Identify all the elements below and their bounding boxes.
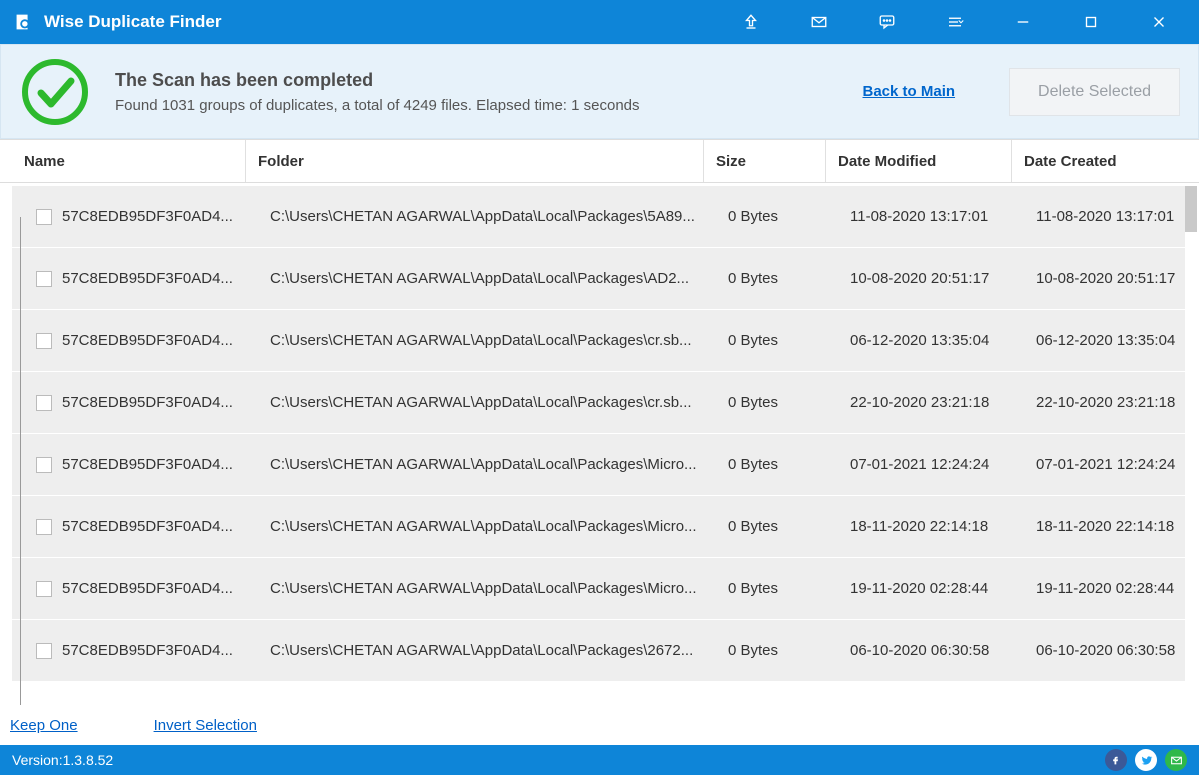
row-checkbox[interactable] (36, 519, 52, 535)
minimize-button[interactable] (989, 0, 1057, 44)
keep-one-link[interactable]: Keep One (10, 717, 78, 734)
table-row[interactable]: 57C8EDB95DF3F0AD4... C:\Users\CHETAN AGAR… (12, 620, 1185, 682)
file-name: 57C8EDB95DF3F0AD4... (62, 270, 233, 287)
success-check-icon (19, 56, 91, 128)
results-table-body: 57C8EDB95DF3F0AD4... C:\Users\CHETAN AGAR… (0, 183, 1199, 705)
file-folder: C:\Users\CHETAN AGARWAL\AppData\Local\Pa… (258, 208, 716, 225)
file-folder: C:\Users\CHETAN AGARWAL\AppData\Local\Pa… (258, 394, 716, 411)
file-modified: 07-01-2021 12:24:24 (838, 456, 1024, 473)
file-size: 0 Bytes (716, 270, 838, 287)
file-modified: 19-11-2020 02:28:44 (838, 580, 1024, 597)
file-created: 18-11-2020 22:14:18 (1024, 518, 1185, 535)
file-created: 22-10-2020 23:21:18 (1024, 394, 1185, 411)
file-size: 0 Bytes (716, 580, 838, 597)
table-row[interactable]: 57C8EDB95DF3F0AD4... C:\Users\CHETAN AGAR… (12, 310, 1185, 372)
file-name: 57C8EDB95DF3F0AD4... (62, 332, 233, 349)
app-icon (12, 11, 34, 33)
col-name[interactable]: Name (0, 140, 246, 182)
file-folder: C:\Users\CHETAN AGARWAL\AppData\Local\Pa… (258, 456, 716, 473)
status-bar: Version:1.3.8.52 (0, 745, 1199, 775)
file-created: 19-11-2020 02:28:44 (1024, 580, 1185, 597)
file-name: 57C8EDB95DF3F0AD4... (62, 394, 233, 411)
file-folder: C:\Users\CHETAN AGARWAL\AppData\Local\Pa… (258, 518, 716, 535)
file-created: 06-10-2020 06:30:58 (1024, 642, 1185, 659)
row-checkbox[interactable] (36, 395, 52, 411)
mail-icon[interactable] (785, 0, 853, 44)
group-tree-line (20, 217, 21, 705)
table-row[interactable]: 57C8EDB95DF3F0AD4... C:\Users\CHETAN AGAR… (12, 496, 1185, 558)
delete-selected-button[interactable]: Delete Selected (1009, 68, 1180, 116)
invert-selection-link[interactable]: Invert Selection (154, 717, 257, 734)
file-modified: 18-11-2020 22:14:18 (838, 518, 1024, 535)
version-label: Version:1.3.8.52 (12, 752, 1097, 768)
file-folder: C:\Users\CHETAN AGARWAL\AppData\Local\Pa… (258, 642, 716, 659)
file-created: 11-08-2020 13:17:01 (1024, 208, 1185, 225)
file-name: 57C8EDB95DF3F0AD4... (62, 642, 233, 659)
scrollbar-thumb[interactable] (1185, 186, 1197, 232)
row-checkbox[interactable] (36, 209, 52, 225)
file-modified: 06-12-2020 13:35:04 (838, 332, 1024, 349)
table-row[interactable]: 57C8EDB95DF3F0AD4... C:\Users\CHETAN AGAR… (12, 248, 1185, 310)
file-size: 0 Bytes (716, 456, 838, 473)
table-row[interactable]: 57C8EDB95DF3F0AD4... C:\Users\CHETAN AGAR… (12, 186, 1185, 248)
file-modified: 06-10-2020 06:30:58 (838, 642, 1024, 659)
file-modified: 10-08-2020 20:51:17 (838, 270, 1024, 287)
table-row[interactable]: 57C8EDB95DF3F0AD4... C:\Users\CHETAN AGAR… (12, 372, 1185, 434)
upgrade-icon[interactable] (717, 0, 785, 44)
summary-headline: The Scan has been completed (115, 70, 839, 91)
col-modified[interactable]: Date Modified (826, 140, 1012, 182)
file-name: 57C8EDB95DF3F0AD4... (62, 208, 233, 225)
feedback-icon[interactable] (853, 0, 921, 44)
row-checkbox[interactable] (36, 271, 52, 287)
results-table-header: Name Folder Size Date Modified Date Crea… (0, 139, 1199, 183)
action-link-bar: Keep One Invert Selection (0, 705, 1199, 745)
col-created[interactable]: Date Created (1012, 140, 1199, 182)
file-size: 0 Bytes (716, 518, 838, 535)
file-created: 07-01-2021 12:24:24 (1024, 456, 1185, 473)
back-to-main-link[interactable]: Back to Main (863, 83, 956, 100)
row-checkbox[interactable] (36, 581, 52, 597)
file-name: 57C8EDB95DF3F0AD4... (62, 580, 233, 597)
file-folder: C:\Users\CHETAN AGARWAL\AppData\Local\Pa… (258, 580, 716, 597)
menu-icon[interactable] (921, 0, 989, 44)
table-row[interactable]: 57C8EDB95DF3F0AD4... C:\Users\CHETAN AGAR… (12, 434, 1185, 496)
close-button[interactable] (1125, 0, 1193, 44)
file-size: 0 Bytes (716, 208, 838, 225)
app-title: Wise Duplicate Finder (44, 12, 717, 32)
file-size: 0 Bytes (716, 642, 838, 659)
table-row[interactable]: 57C8EDB95DF3F0AD4... C:\Users\CHETAN AGAR… (12, 558, 1185, 620)
file-created: 06-12-2020 13:35:04 (1024, 332, 1185, 349)
file-modified: 22-10-2020 23:21:18 (838, 394, 1024, 411)
file-name: 57C8EDB95DF3F0AD4... (62, 518, 233, 535)
col-folder[interactable]: Folder (246, 140, 704, 182)
titlebar: Wise Duplicate Finder (0, 0, 1199, 44)
row-checkbox[interactable] (36, 457, 52, 473)
file-folder: C:\Users\CHETAN AGARWAL\AppData\Local\Pa… (258, 270, 716, 287)
twitter-icon[interactable] (1135, 749, 1157, 771)
maximize-button[interactable] (1057, 0, 1125, 44)
row-checkbox[interactable] (36, 643, 52, 659)
file-created: 10-08-2020 20:51:17 (1024, 270, 1185, 287)
summary-details: Found 1031 groups of duplicates, a total… (115, 97, 839, 114)
row-checkbox[interactable] (36, 333, 52, 349)
file-folder: C:\Users\CHETAN AGARWAL\AppData\Local\Pa… (258, 332, 716, 349)
file-size: 0 Bytes (716, 394, 838, 411)
file-size: 0 Bytes (716, 332, 838, 349)
file-name: 57C8EDB95DF3F0AD4... (62, 456, 233, 473)
col-size[interactable]: Size (704, 140, 826, 182)
email-share-icon[interactable] (1165, 749, 1187, 771)
facebook-icon[interactable] (1105, 749, 1127, 771)
scan-summary-panel: The Scan has been completed Found 1031 g… (0, 44, 1199, 139)
file-modified: 11-08-2020 13:17:01 (838, 208, 1024, 225)
